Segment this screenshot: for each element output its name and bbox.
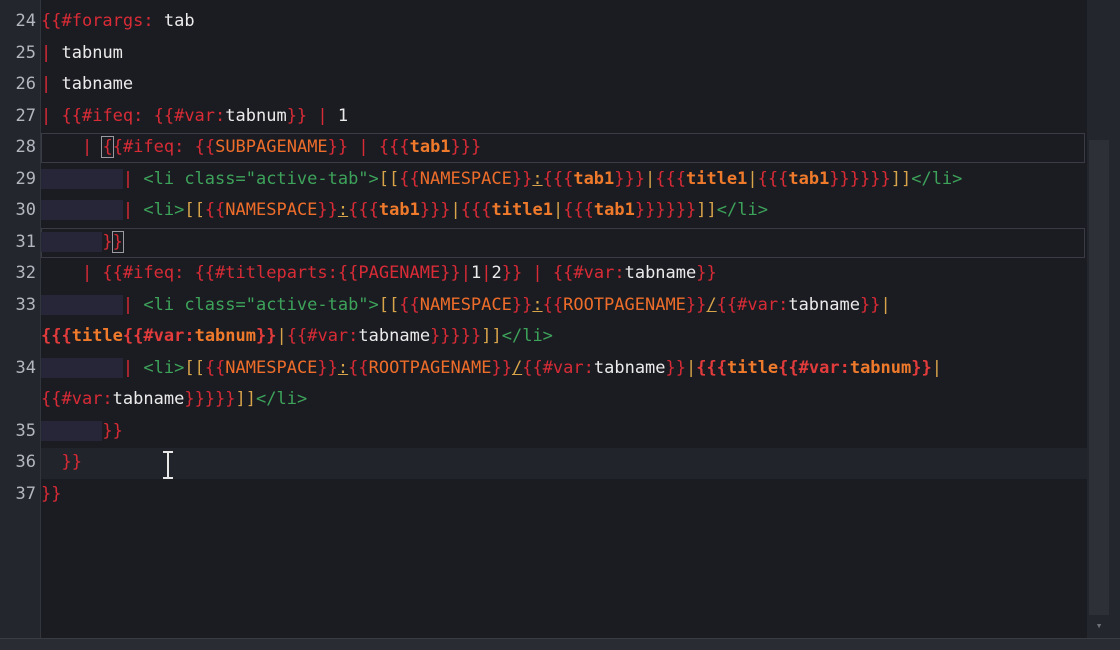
code-line[interactable]: | <li class="active-tab">[[{{NAMESPACE}}…	[41, 164, 962, 195]
code-line[interactable]: | <li>[[{{NAMESPACE}}:{{ROOTPAGENAME}}/{…	[41, 353, 942, 384]
scrollbar-thumb[interactable]	[1089, 140, 1109, 615]
text-cursor-icon	[160, 450, 176, 480]
code-line[interactable]: | <li>[[{{NAMESPACE}}:{{{tab1}}}|{{{titl…	[41, 195, 768, 226]
line-number: 34	[15, 358, 36, 378]
code-line[interactable]: | {{#ifeq: {{#titleparts:{{PAGENAME}}|1|…	[41, 258, 717, 289]
line-number: 31	[15, 232, 36, 252]
line-number: 26	[15, 74, 36, 94]
code-line[interactable]: | tabname	[41, 69, 133, 100]
line-number: 24	[15, 11, 36, 31]
horizontal-scrollbar[interactable]	[0, 638, 1120, 650]
code-line[interactable]: | tabnum	[41, 38, 123, 69]
line-number: 33	[15, 295, 36, 315]
line-number: 25	[15, 43, 36, 63]
code-line[interactable]: }}	[41, 479, 61, 510]
line-number-gutter: 24 25 26 27 28 29 30 31 32 33 34 35 36 3…	[0, 0, 41, 638]
code-line[interactable]: }}	[41, 416, 123, 447]
code-line[interactable]: }}	[41, 447, 81, 478]
code-line-wrap[interactable]: {{{title{{#var:tabnum}}|{{#var:tabname}}…	[41, 321, 553, 352]
line-number: 30	[15, 200, 36, 220]
line-number: 37	[15, 484, 36, 504]
code-line[interactable]: | {{#ifeq: {{#var:tabnum}} | 1	[41, 101, 348, 132]
line-number: 28	[15, 137, 36, 157]
code-line[interactable]: | <li class="active-tab">[[{{NAMESPACE}}…	[41, 290, 891, 321]
line-number: 32	[15, 263, 36, 283]
code-line[interactable]: {{#forargs: tab	[41, 6, 195, 37]
bracket-match-highlight	[41, 228, 1085, 258]
line-number: 35	[15, 421, 36, 441]
code-line[interactable]: }}	[41, 227, 124, 258]
line-number: 27	[15, 106, 36, 126]
line-number: 36	[15, 452, 36, 472]
line-number: 29	[15, 169, 36, 189]
code-line-wrap[interactable]: {{#var:tabname}}}}}]]</li>	[41, 384, 307, 415]
code-line[interactable]: | {{#ifeq: {{SUBPAGENAME}} | {{{tab1}}}	[41, 132, 481, 163]
scroll-down-icon[interactable]: ▾	[1091, 618, 1107, 634]
code-editor[interactable]: {{#forargs: tab | tabnum | tabname | {{#…	[41, 0, 1087, 638]
current-line-highlight	[41, 448, 1087, 479]
